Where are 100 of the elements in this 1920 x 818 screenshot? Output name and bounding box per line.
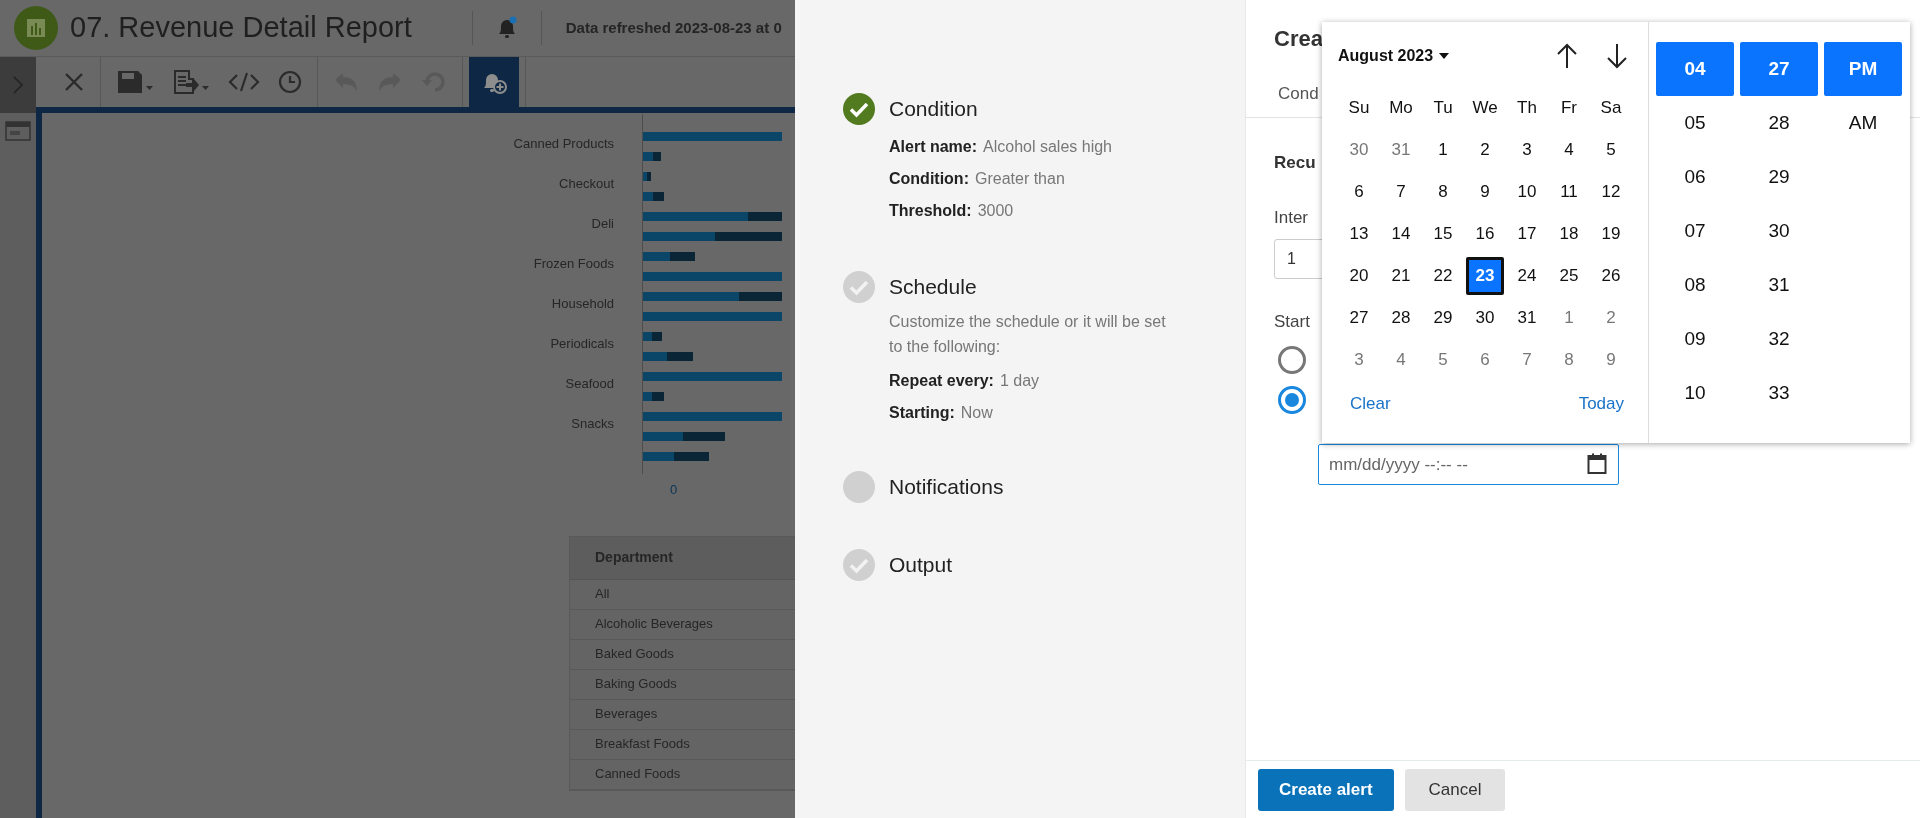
axis-category-label: Canned Products — [513, 136, 614, 151]
calendar-day[interactable]: 9 — [1464, 171, 1506, 213]
calendar-day[interactable]: 27 — [1338, 297, 1380, 339]
report-logo-icon — [14, 6, 58, 50]
calendar-day[interactable]: 24 — [1506, 255, 1548, 297]
calendar-day[interactable]: 26 — [1590, 255, 1632, 297]
axis-category-label: Deli — [591, 216, 614, 231]
hour-option[interactable]: 06 — [1656, 150, 1734, 204]
step-title[interactable]: Schedule — [889, 271, 1179, 303]
calendar-day[interactable]: 14 — [1380, 213, 1422, 255]
bar — [715, 232, 782, 241]
step-description: Customize the schedule or it will be set to the following: — [889, 312, 1167, 357]
calendar-day[interactable]: 7 — [1506, 339, 1548, 381]
create-alert-button[interactable]: Create alert — [1258, 768, 1394, 811]
column-header: Department — [570, 536, 795, 580]
calendar-day[interactable]: 10 — [1506, 171, 1548, 213]
step-detail: Starting: Now — [889, 403, 994, 423]
minute-option[interactable]: 33 — [1740, 366, 1818, 420]
weekday-label: We — [1471, 97, 1499, 120]
axis-category-label: Checkout — [559, 176, 614, 191]
bar — [674, 452, 709, 461]
calendar-day[interactable]: 6 — [1464, 339, 1506, 381]
minute-option[interactable]: 27 — [1740, 42, 1818, 96]
calendar-day[interactable]: 11 — [1548, 171, 1590, 213]
hour-option[interactable]: 07 — [1656, 204, 1734, 258]
step-title[interactable]: Output — [889, 549, 953, 581]
add-alert-bell-icon[interactable] — [469, 57, 519, 107]
bar — [652, 332, 662, 341]
today-link[interactable]: Today — [1578, 391, 1624, 417]
bar — [643, 192, 653, 201]
calendar-day[interactable]: 3 — [1506, 129, 1548, 171]
calendar-day[interactable]: 5 — [1422, 339, 1464, 381]
calendar-day[interactable]: 4 — [1548, 129, 1590, 171]
step-detail: Threshold: 3000 — [889, 201, 1015, 221]
calendar-day[interactable]: 30 — [1338, 129, 1380, 171]
section-heading: Recu — [1274, 151, 1316, 174]
bar — [643, 392, 652, 401]
calendar-day[interactable]: 29 — [1422, 297, 1464, 339]
calendar-day[interactable]: 3 — [1338, 339, 1380, 381]
minute-option[interactable]: 31 — [1740, 258, 1818, 312]
calendar-day[interactable]: 17 — [1506, 213, 1548, 255]
calendar-day[interactable]: 31 — [1380, 129, 1422, 171]
hour-option[interactable]: 05 — [1656, 96, 1734, 150]
minute-option[interactable]: 29 — [1740, 150, 1818, 204]
minute-option[interactable]: 32 — [1740, 312, 1818, 366]
table-cell: Canned Foods — [570, 759, 795, 790]
step-title[interactable]: Notifications — [889, 471, 1004, 503]
start-label: Start — [1274, 310, 1310, 333]
calendar-day[interactable]: 21 — [1380, 255, 1422, 297]
calendar-day[interactable]: 7 — [1380, 171, 1422, 213]
step-detail: Condition: Greater than — [889, 169, 1066, 189]
radio-button[interactable] — [1278, 346, 1306, 374]
minute-option[interactable]: 30 — [1740, 204, 1818, 258]
hour-option[interactable]: 09 — [1656, 312, 1734, 366]
am-pm-option[interactable]: AM — [1824, 96, 1902, 150]
calendar-icon[interactable] — [1587, 453, 1607, 475]
bar — [643, 432, 683, 441]
calendar-day[interactable]: 19 — [1590, 213, 1632, 255]
clear-link[interactable]: Clear — [1350, 391, 1391, 417]
calendar-day[interactable]: 5 — [1590, 129, 1632, 171]
bar — [683, 432, 725, 441]
calendar-day[interactable]: 28 — [1380, 297, 1422, 339]
dialog-title: Crea — [1274, 25, 1323, 53]
minute-option[interactable]: 28 — [1740, 96, 1818, 150]
calendar-day[interactable]: 1 — [1422, 129, 1464, 171]
datetime-input[interactable]: mm/dd/yyyy --:-- -- — [1318, 444, 1619, 485]
calendar-day[interactable]: 1 — [1548, 297, 1590, 339]
calendar-day[interactable]: 23 — [1466, 257, 1504, 295]
bar — [643, 152, 653, 161]
axis-category-label: Periodicals — [550, 336, 614, 351]
calendar-day[interactable]: 15 — [1422, 213, 1464, 255]
hour-option[interactable]: 10 — [1656, 366, 1734, 420]
calendar-day[interactable]: 8 — [1422, 171, 1464, 213]
hour-option[interactable]: 04 — [1656, 42, 1734, 96]
calendar-day[interactable]: 2 — [1590, 297, 1632, 339]
axis-category-label: Household — [551, 296, 614, 311]
calendar-day[interactable]: 6 — [1338, 171, 1380, 213]
calendar-day[interactable]: 4 — [1380, 339, 1422, 381]
bar — [652, 392, 664, 401]
calendar-day[interactable]: 9 — [1590, 339, 1632, 381]
weekday-label: Fr — [1559, 97, 1578, 120]
weekday-label: Mo — [1388, 97, 1414, 120]
calendar-day[interactable]: 18 — [1548, 213, 1590, 255]
calendar-day[interactable]: 31 — [1506, 297, 1548, 339]
radio-button[interactable] — [1278, 386, 1306, 414]
condition-tab[interactable]: Cond — [1278, 81, 1319, 107]
month-year-dropdown[interactable]: August 2023 — [1338, 44, 1450, 68]
calendar-day[interactable]: 30 — [1464, 297, 1506, 339]
calendar-day[interactable]: 25 — [1548, 255, 1590, 297]
calendar-day[interactable]: 8 — [1548, 339, 1590, 381]
am-pm-option[interactable]: PM — [1824, 42, 1902, 96]
hour-option[interactable]: 08 — [1656, 258, 1734, 312]
weekday-label: Su — [1347, 97, 1371, 120]
calendar-day[interactable]: 12 — [1590, 171, 1632, 213]
calendar-day[interactable]: 22 — [1422, 255, 1464, 297]
calendar-day[interactable]: 16 — [1464, 213, 1506, 255]
cancel-button[interactable]: Cancel — [1404, 768, 1506, 811]
panel-icon[interactable] — [5, 121, 31, 141]
step-title[interactable]: Condition — [889, 93, 1112, 125]
calendar-day[interactable]: 2 — [1464, 129, 1506, 171]
